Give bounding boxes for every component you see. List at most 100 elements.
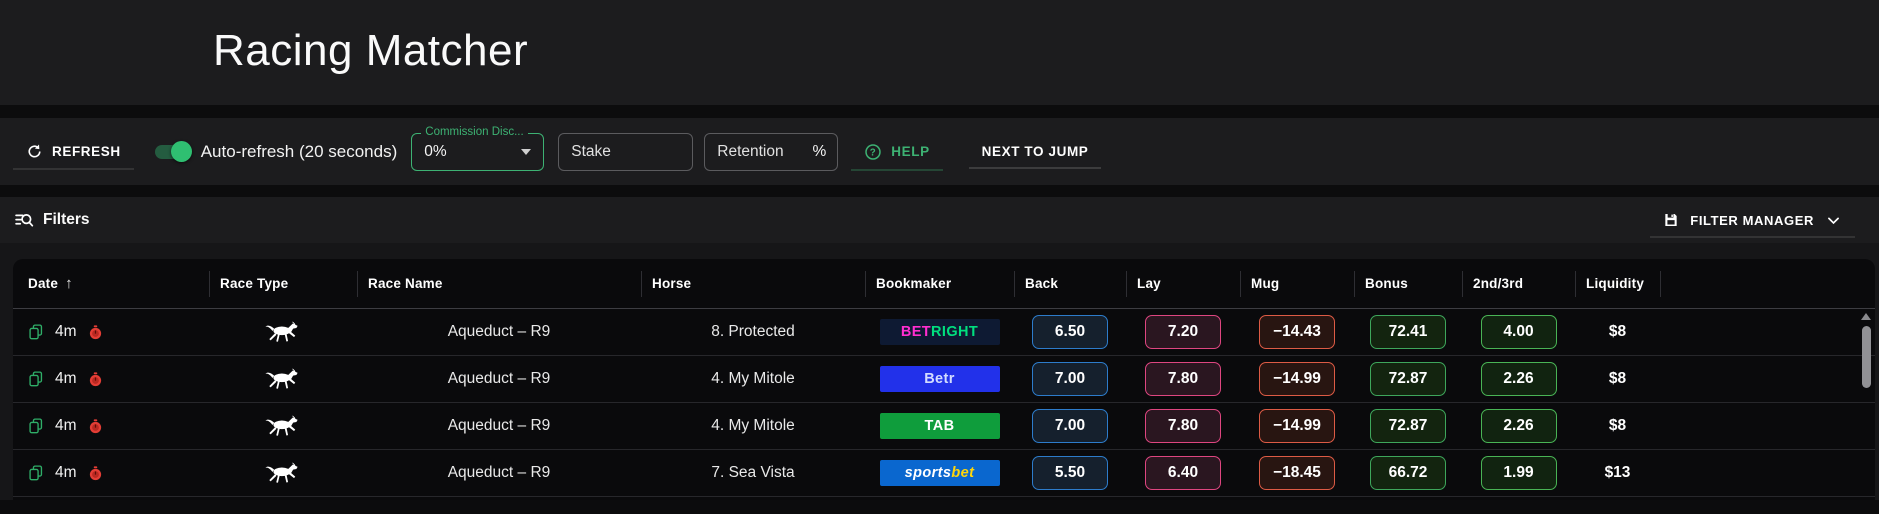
back-odds[interactable]: 7.00 xyxy=(1032,409,1108,443)
race-name[interactable]: Aqueduct – R9 xyxy=(448,417,551,435)
stopwatch-icon xyxy=(88,324,103,340)
copy-icon[interactable] xyxy=(28,465,44,481)
column-header-bonus[interactable]: Bonus xyxy=(1354,270,1462,297)
horse-name: 7. Sea Vista xyxy=(711,464,795,481)
scroll-up-icon[interactable] xyxy=(1861,313,1871,320)
column-header-bookmaker[interactable]: Bookmaker xyxy=(865,270,1014,297)
table-row[interactable]: 4m Aqueduct – R9 4. My Mitole xyxy=(13,356,1875,403)
second-third-value[interactable]: 1.99 xyxy=(1480,456,1557,490)
time-to-jump: 4m xyxy=(55,464,77,481)
stopwatch-icon xyxy=(88,465,103,481)
copy-icon[interactable] xyxy=(28,418,44,434)
next-to-jump-button[interactable]: NEXT TO JUMP xyxy=(968,134,1102,169)
retention-suffix: % xyxy=(812,142,827,160)
column-header-liquidity[interactable]: Liquidity xyxy=(1575,270,1660,297)
table-header-row: Date ↑ Race Type Race Name Horse Bookmak… xyxy=(13,259,1875,309)
column-header-date[interactable]: Date ↑ xyxy=(13,271,209,297)
race-name[interactable]: Aqueduct – R9 xyxy=(448,370,551,388)
column-header-label: Race Name xyxy=(368,276,443,291)
mug-value[interactable]: −14.43 xyxy=(1259,315,1335,349)
second-third-value[interactable]: 2.26 xyxy=(1480,362,1557,396)
bonus-value[interactable]: 72.41 xyxy=(1370,315,1446,349)
table-row[interactable]: 4m Aqueduct – R9 7. Sea Vista sports bet… xyxy=(13,450,1875,497)
column-header-spacer xyxy=(1660,270,1875,297)
bonus-value[interactable]: 66.72 xyxy=(1370,456,1446,490)
race-name[interactable]: Aqueduct – R9 xyxy=(448,323,551,341)
commission-discount-select[interactable]: Commission Disc... 0% xyxy=(411,125,545,171)
filters-toggle[interactable]: Filters xyxy=(14,210,90,230)
title-bar: Racing Matcher xyxy=(0,0,1879,105)
bookmaker-badge[interactable]: BET RIGHT xyxy=(879,319,1000,345)
column-header-back[interactable]: Back xyxy=(1014,270,1126,297)
column-header-race-name[interactable]: Race Name xyxy=(357,270,641,297)
table-body: 4m Aqueduct – R9 8. Protected BET RIGHT … xyxy=(13,309,1875,497)
lay-odds[interactable]: 7.80 xyxy=(1145,409,1221,443)
back-odds[interactable]: 7.00 xyxy=(1032,362,1108,396)
filter-search-icon xyxy=(14,210,34,230)
toggle-knob-icon xyxy=(170,141,192,162)
help-label: HELP xyxy=(891,144,930,159)
bonus-value[interactable]: 72.87 xyxy=(1370,409,1446,443)
liquidity-value: $8 xyxy=(1608,417,1627,434)
sort-asc-icon[interactable]: ↑ xyxy=(65,275,73,292)
back-odds[interactable]: 6.50 xyxy=(1032,315,1108,349)
column-header-label: Race Type xyxy=(220,276,289,291)
copy-icon[interactable] xyxy=(28,371,44,387)
time-to-jump: 4m xyxy=(55,417,77,434)
column-header-label: Liquidity xyxy=(1586,276,1645,291)
filter-manager-label: FILTER MANAGER xyxy=(1690,212,1814,228)
time-to-jump: 4m xyxy=(55,323,77,340)
matcher-table: Date ↑ Race Type Race Name Horse Bookmak… xyxy=(13,259,1875,500)
lay-odds[interactable]: 7.20 xyxy=(1145,315,1221,349)
column-header-2nd-3rd[interactable]: 2nd/3rd xyxy=(1462,270,1575,297)
horse-racing-icon xyxy=(265,367,301,391)
refresh-label: REFRESH xyxy=(52,144,121,159)
auto-refresh-toggle[interactable] xyxy=(154,141,192,162)
column-header-label: Back xyxy=(1025,276,1059,291)
horse-name: 4. My Mitole xyxy=(711,417,795,434)
horse-name: 4. My Mitole xyxy=(711,370,795,387)
refresh-button[interactable]: REFRESH xyxy=(13,133,134,170)
lay-odds[interactable]: 7.80 xyxy=(1145,362,1221,396)
horse-racing-icon xyxy=(265,414,301,438)
column-header-label: Bookmaker xyxy=(876,276,952,291)
refresh-icon xyxy=(26,143,43,160)
save-icon xyxy=(1663,212,1679,228)
filters-bar: Filters FILTER MANAGER xyxy=(0,197,1879,243)
table-row[interactable]: 4m Aqueduct – R9 8. Protected BET RIGHT … xyxy=(13,309,1875,356)
bookmaker-badge-text: bet xyxy=(951,465,975,481)
filter-manager-button[interactable]: FILTER MANAGER xyxy=(1650,203,1855,238)
race-name[interactable]: Aqueduct – R9 xyxy=(448,464,551,482)
mug-value[interactable]: −14.99 xyxy=(1259,409,1335,443)
svg-text:?: ? xyxy=(870,147,876,158)
table-scrollbar[interactable] xyxy=(1860,313,1872,500)
mug-value[interactable]: −14.99 xyxy=(1259,362,1335,396)
stake-input[interactable] xyxy=(558,132,694,171)
horse-racing-icon xyxy=(265,461,301,485)
mug-value[interactable]: −18.45 xyxy=(1259,456,1335,490)
column-header-horse[interactable]: Horse xyxy=(641,270,865,297)
scrollbar-thumb[interactable] xyxy=(1861,326,1871,388)
table-row[interactable]: 4m Aqueduct – R9 4. My Mitole xyxy=(13,403,1875,450)
bookmaker-badge[interactable]: TAB xyxy=(879,413,1000,439)
column-header-race-type[interactable]: Race Type xyxy=(209,270,357,297)
next-to-jump-label: NEXT TO JUMP xyxy=(981,144,1089,159)
horse-name: 8. Protected xyxy=(711,323,795,340)
second-third-value[interactable]: 4.00 xyxy=(1480,315,1557,349)
bookmaker-badge-text: TAB xyxy=(924,418,955,434)
column-header-label: Mug xyxy=(1251,276,1280,291)
lay-odds[interactable]: 6.40 xyxy=(1145,456,1221,490)
back-odds[interactable]: 5.50 xyxy=(1032,456,1108,490)
liquidity-value: $13 xyxy=(1604,464,1631,481)
bookmaker-badge-text: RIGHT xyxy=(931,324,979,340)
bookmaker-badge-text: sports xyxy=(904,465,952,481)
column-header-lay[interactable]: Lay xyxy=(1126,270,1240,297)
bonus-value[interactable]: 72.87 xyxy=(1370,362,1446,396)
bookmaker-badge[interactable]: sports bet xyxy=(879,460,1000,486)
second-third-value[interactable]: 2.26 xyxy=(1480,409,1557,443)
column-header-mug[interactable]: Mug xyxy=(1240,270,1354,297)
liquidity-value: $8 xyxy=(1608,370,1627,387)
copy-icon[interactable] xyxy=(28,324,44,340)
help-button[interactable]: ? HELP xyxy=(851,133,943,171)
bookmaker-badge[interactable]: Betr xyxy=(879,366,1000,392)
